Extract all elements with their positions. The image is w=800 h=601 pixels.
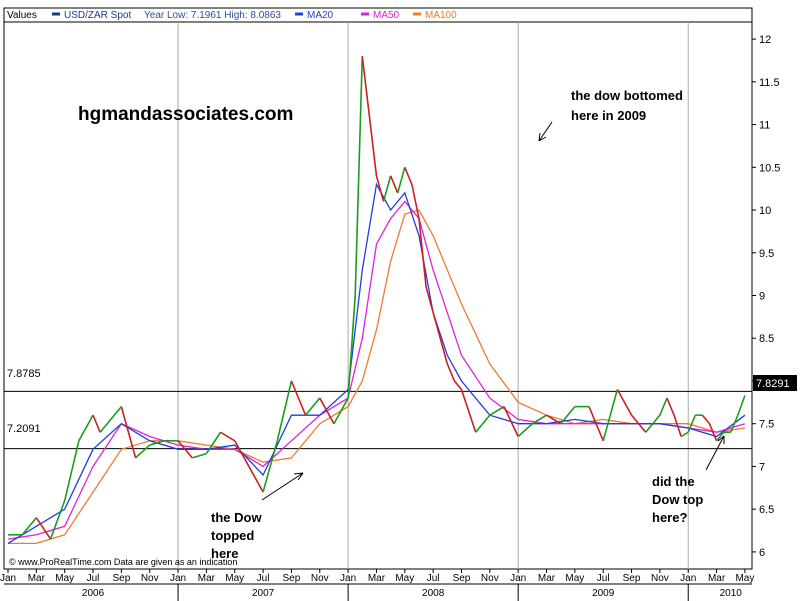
x-tick-label: Mar [368,573,386,584]
annotation-dow-bottomed-line2: here in 2009 [571,108,646,123]
annotation-dow-bottomed-line1: the dow bottomed [571,88,683,103]
x-tick-label: Sep [453,573,471,584]
x-tick-label: Jul [427,573,440,584]
legend-item-ma100: MA100 [425,10,457,21]
y-tick-label: 7.5 [759,419,774,431]
year-label: 2009 [592,588,615,599]
annotation-dow-topped-line1: the Dow [211,510,262,525]
year-label: 2006 [82,588,105,599]
legend-item-year-range: Year Low: 7.1961 High: 8.0863 [144,10,281,21]
watermark-text: hgmandassociates.com [78,104,293,125]
y-tick-label: 10 [759,205,771,217]
annotation-dow-top-2010-line2: Dow top [652,492,703,507]
x-tick-label: Jan [510,573,526,584]
y-tick-label: 9.5 [759,248,774,260]
x-tick-label: Sep [623,573,641,584]
y-tick-label: 6 [759,547,765,559]
legend-item-ma50: MA50 [373,10,400,21]
x-tick-label: Jan [340,573,356,584]
last-value-label: 7.8291 [756,378,790,390]
y-tick-label: 10.5 [759,162,780,174]
x-tick-label: May [565,573,584,584]
x-tick-label: May [55,573,74,584]
x-tick-label: Jan [170,573,186,584]
x-tick-label: Jul [87,573,100,584]
ref-label-lower: 7.2091 [7,423,41,435]
annotation-dow-topped-line2: topped [211,528,254,543]
y-tick-label: 11.5 [759,77,780,89]
year-label: 2008 [422,588,445,599]
x-tick-label: May [225,573,244,584]
x-tick-label: Jul [597,573,610,584]
y-tick-label: 6.5 [759,504,774,516]
annotation-dow-top-2010-line3: here? [652,510,687,525]
x-tick-label: Jul [257,573,270,584]
x-tick-label: Sep [283,573,301,584]
y-tick-label: 9 [759,291,765,303]
x-tick-label: Mar [198,573,216,584]
x-tick-label: Jan [0,573,16,584]
annotation-dow-top-2010-line1: did the [652,474,695,489]
y-tick-label: 8.5 [759,333,774,345]
x-tick-label: Sep [112,573,130,584]
x-tick-label: May [735,573,754,584]
legend-item-ma20: MA20 [307,10,334,21]
x-tick-label: Mar [28,573,46,584]
x-tick-label: Mar [538,573,556,584]
x-tick-label: Jan [680,573,696,584]
legend-values-label: Values [7,10,37,21]
x-tick-label: Nov [651,573,669,584]
year-label: 2010 [720,588,743,599]
usdzar-chart: 1211.51110.5109.598.587.576.56 JanMarMay… [0,0,800,601]
y-tick-label: 12 [759,34,771,46]
x-tick-label: Nov [481,573,499,584]
ref-label-upper: 7.8785 [7,368,41,380]
legend-item-spot: USD/ZAR Spot [64,10,131,21]
year-label: 2007 [252,588,275,599]
x-tick-label: Mar [708,573,726,584]
legend: Values USD/ZAR Spot Year Low: 7.1961 Hig… [7,10,457,21]
y-tick-label: 7 [759,461,765,473]
y-tick-label: 11 [759,120,770,132]
x-tick-label: May [395,573,414,584]
footer-source: © www.ProRealTime.com Data are given as … [9,557,237,567]
x-tick-label: Nov [141,573,159,584]
x-tick-label: Nov [311,573,329,584]
